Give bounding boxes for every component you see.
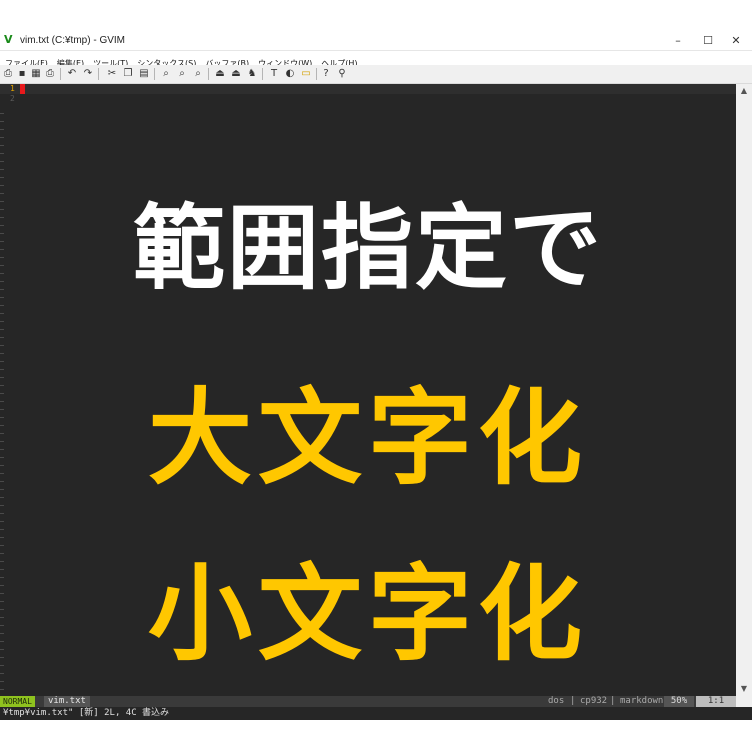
help-icon[interactable]: ? [320, 68, 332, 80]
scroll-up-icon[interactable]: ▲ [736, 84, 752, 98]
find-next-icon[interactable]: ⌕ [176, 68, 188, 80]
toolbar-separator [262, 68, 263, 80]
editor-area[interactable]: 1 2 範囲指定で 大文字化 小文字化 [0, 84, 736, 696]
status-filetype: markdown [620, 696, 664, 706]
status-encoding: cp932 [580, 696, 608, 706]
cut-icon[interactable]: ✂ [106, 68, 118, 80]
find-help-icon[interactable]: ⚲ [336, 68, 348, 80]
shell-icon[interactable]: ◐ [284, 68, 296, 80]
status-position: 1:1 [696, 696, 736, 707]
copy-icon[interactable]: ❐ [122, 68, 134, 80]
save-all-icon[interactable]: ▦ [30, 68, 42, 80]
minimize-button[interactable]: – [662, 32, 694, 50]
vertical-scrollbar[interactable]: ▲ ▼ [736, 84, 752, 696]
status-fileformat: dos [548, 696, 565, 706]
print-icon[interactable]: ⎙ [44, 68, 56, 80]
title-bar: V vim.txt (C:¥tmp) - GVIM – ☐ ✕ [0, 32, 752, 51]
find-icon[interactable]: ⌕ [160, 68, 172, 80]
heading-line-3: 小文字化 [147, 554, 588, 674]
toolbar-separator [154, 68, 155, 80]
toolbar-separator [60, 68, 61, 80]
paste-icon[interactable]: ▤ [138, 68, 150, 80]
run-script-icon[interactable]: ♞ [246, 68, 258, 80]
save-session-icon[interactable]: ⏏ [230, 68, 242, 80]
text-cursor [20, 84, 25, 94]
heading-line-1: 範囲指定で [132, 195, 603, 302]
save-icon[interactable]: ▪ [16, 68, 28, 80]
command-line[interactable]: ¥tmp¥vim.txt" [新] 2L, 4C 書込み [0, 707, 752, 720]
redo-icon[interactable]: ↷ [82, 68, 94, 80]
toolbar-separator [208, 68, 209, 80]
current-line: 1 [0, 84, 736, 94]
vim-icon: V [4, 33, 13, 46]
make-icon[interactable]: T [268, 68, 280, 80]
undo-icon[interactable]: ↶ [66, 68, 78, 80]
status-line: NORMAL vim.txt dos | cp932 | markdown 50… [0, 696, 736, 707]
line-number: 1 [10, 84, 15, 93]
find-prev-icon[interactable]: ⌕ [192, 68, 204, 80]
window-title: vim.txt (C:¥tmp) - GVIM [20, 35, 125, 46]
toolbar-separator [316, 68, 317, 80]
tag-icon[interactable]: ▭ [300, 68, 312, 80]
line-number: 2 [10, 94, 15, 103]
scroll-down-icon[interactable]: ▼ [736, 682, 752, 696]
open-icon[interactable]: ⎙ [2, 68, 14, 80]
mode-indicator: NORMAL [0, 696, 35, 707]
status-separator: | [570, 696, 576, 706]
load-session-icon[interactable]: ⏏ [214, 68, 226, 80]
gvim-window: V vim.txt (C:¥tmp) - GVIM – ☐ ✕ ファイル(F) 編… [0, 32, 752, 720]
toolbar: ⎙ ▪ ▦ ⎙ ↶ ↷ ✂ ❐ ▤ ⌕ ⌕ ⌕ ⏏ ⏏ ♞ T ◐ ▭ ? ⚲ [0, 65, 752, 84]
status-percent: 50% [664, 696, 694, 707]
close-button[interactable]: ✕ [720, 32, 752, 50]
status-filename: vim.txt [44, 696, 90, 707]
heading-line-2: 大文字化 [147, 378, 588, 498]
toolbar-separator [98, 68, 99, 80]
status-separator: | [610, 696, 616, 706]
menu-bar: ファイル(F) 編集(E) ツール(T) シンタックス(S) バッファ(B) ウィンドウ(… [0, 51, 752, 68]
